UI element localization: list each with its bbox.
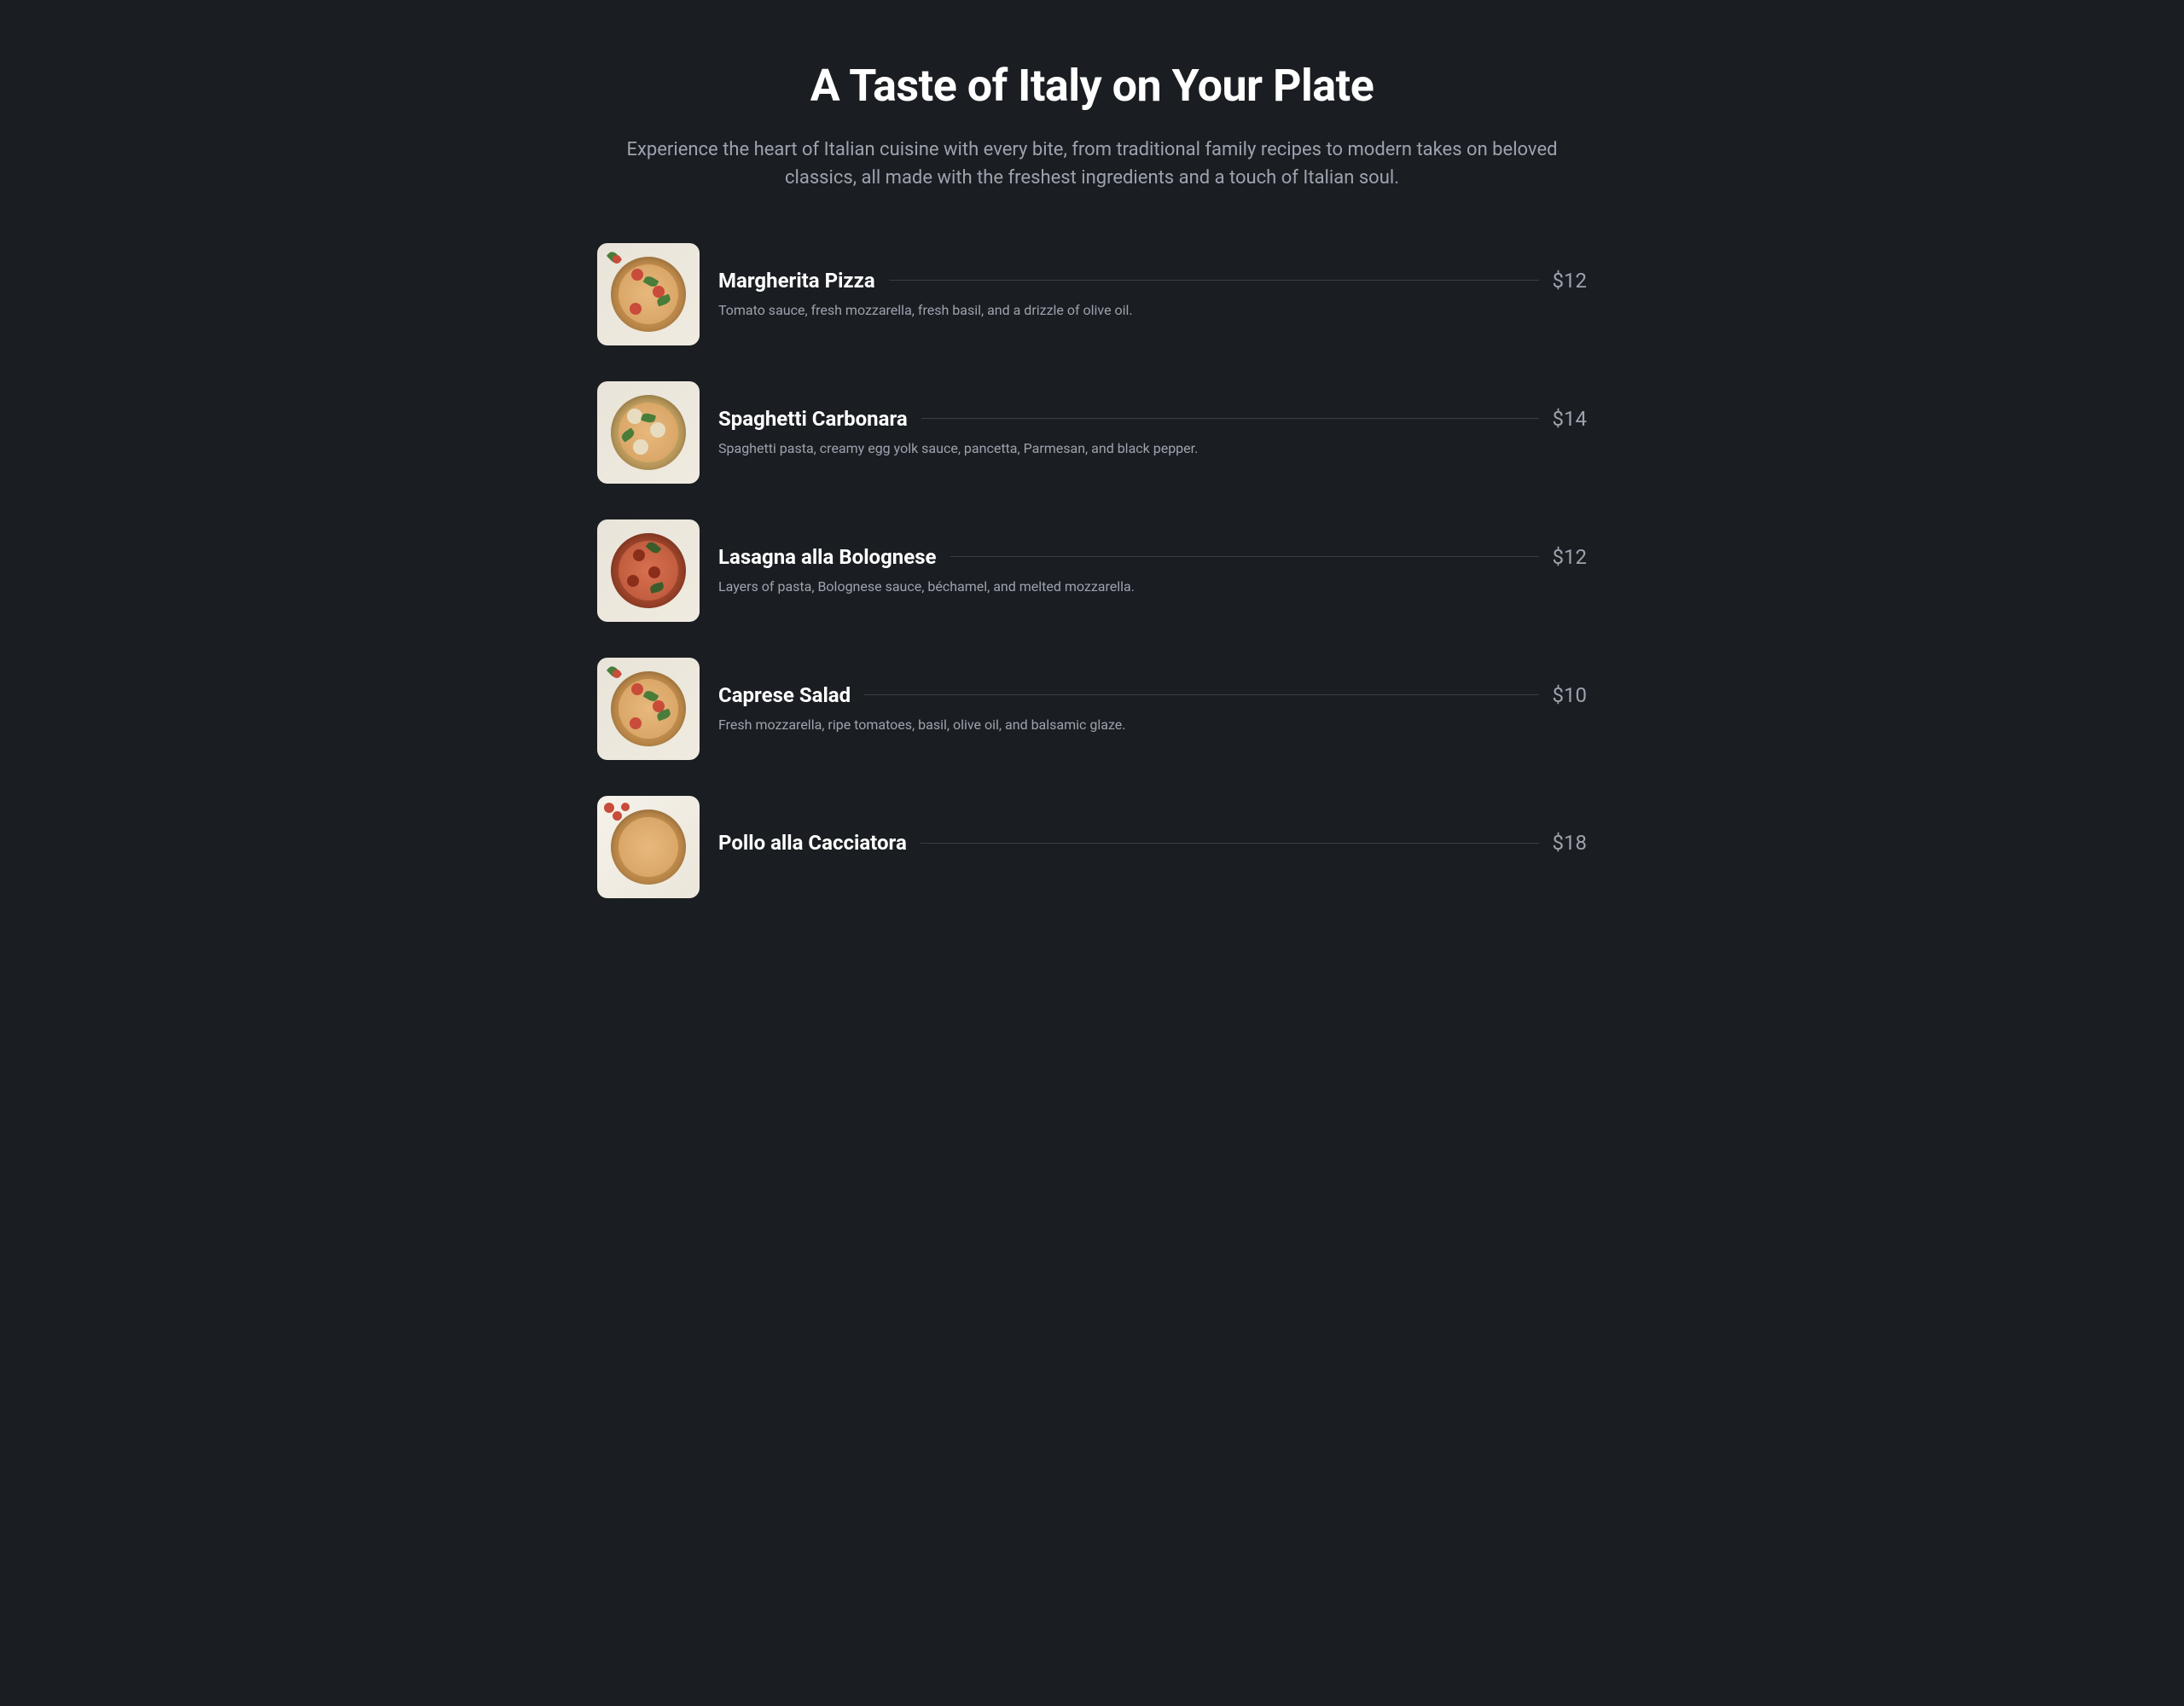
menu-item: Margherita Pizza $12 Tomato sauce, fresh…	[597, 243, 1587, 345]
menu-list: Margherita Pizza $12 Tomato sauce, fresh…	[597, 243, 1587, 898]
menu-item-price: $10	[1553, 683, 1587, 707]
page-subtitle: Experience the heart of Italian cuisine …	[623, 136, 1561, 192]
food-image	[597, 519, 700, 622]
menu-divider	[921, 418, 1539, 419]
menu-item-name: Pollo alla Cacciatora	[718, 831, 907, 855]
menu-item-header: Margherita Pizza $12	[718, 269, 1587, 293]
menu-item: Lasagna alla Bolognese $12 Layers of pas…	[597, 519, 1587, 622]
menu-item-description: Fresh mozzarella, ripe tomatoes, basil, …	[718, 716, 1587, 734]
food-image	[597, 243, 700, 345]
menu-content: Spaghetti Carbonara $14 Spaghetti pasta,…	[718, 407, 1587, 458]
menu-item-price: $14	[1553, 407, 1587, 431]
menu-item-price: $12	[1553, 269, 1587, 293]
menu-item-header: Caprese Salad $10	[718, 683, 1587, 707]
menu-divider	[950, 556, 1539, 557]
page-container: A Taste of Italy on Your Plate Experienc…	[597, 60, 1587, 898]
menu-item-price: $12	[1553, 545, 1587, 569]
menu-divider	[889, 280, 1539, 281]
menu-item-name: Spaghetti Carbonara	[718, 407, 908, 431]
page-header: A Taste of Italy on Your Plate Experienc…	[597, 60, 1587, 192]
menu-item-name: Caprese Salad	[718, 683, 851, 707]
menu-item-header: Lasagna alla Bolognese $12	[718, 545, 1587, 569]
food-image	[597, 658, 700, 760]
menu-content: Caprese Salad $10 Fresh mozzarella, ripe…	[718, 683, 1587, 734]
page-title: A Taste of Italy on Your Plate	[597, 60, 1587, 112]
menu-item: Spaghetti Carbonara $14 Spaghetti pasta,…	[597, 381, 1587, 484]
menu-content: Pollo alla Cacciatora $18	[718, 831, 1587, 863]
menu-content: Margherita Pizza $12 Tomato sauce, fresh…	[718, 269, 1587, 320]
menu-item-name: Lasagna alla Bolognese	[718, 545, 937, 569]
menu-divider	[864, 694, 1538, 695]
menu-item-header: Spaghetti Carbonara $14	[718, 407, 1587, 431]
menu-item: Pollo alla Cacciatora $18	[597, 796, 1587, 898]
menu-item: Caprese Salad $10 Fresh mozzarella, ripe…	[597, 658, 1587, 760]
food-image	[597, 381, 700, 484]
food-image	[597, 796, 700, 898]
menu-item-header: Pollo alla Cacciatora $18	[718, 831, 1587, 855]
menu-item-description: Layers of pasta, Bolognese sauce, bécham…	[718, 577, 1587, 596]
menu-content: Lasagna alla Bolognese $12 Layers of pas…	[718, 545, 1587, 596]
menu-item-name: Margherita Pizza	[718, 269, 875, 293]
menu-item-price: $18	[1553, 831, 1587, 855]
menu-divider	[921, 843, 1539, 844]
menu-item-description: Spaghetti pasta, creamy egg yolk sauce, …	[718, 439, 1587, 458]
menu-item-description: Tomato sauce, fresh mozzarella, fresh ba…	[718, 301, 1587, 320]
